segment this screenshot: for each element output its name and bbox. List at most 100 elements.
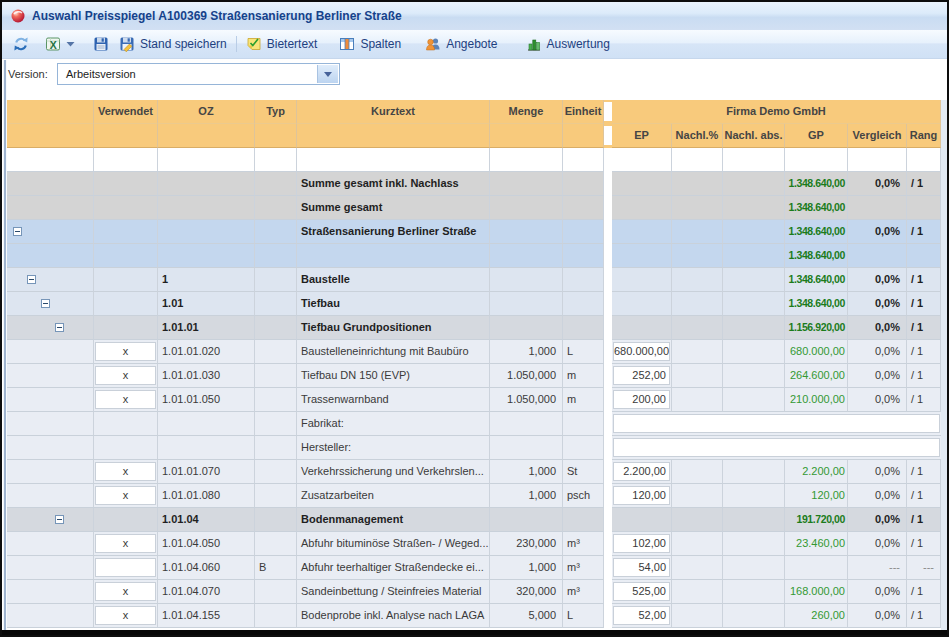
- save-version-button[interactable]: Stand speichern: [116, 34, 230, 54]
- ep-input[interactable]: 252,00: [613, 366, 670, 385]
- vergleich-value: 0,0%: [875, 609, 900, 621]
- cell-vergleich: 0,0%: [848, 388, 907, 412]
- table-row[interactable]: 1.348.640,00: [7, 244, 941, 268]
- ep-input[interactable]: 680.000,00: [613, 342, 670, 361]
- verwendet-checkbox[interactable]: x: [95, 366, 156, 385]
- table-row[interactable]: x1.01.04.155Bodenprobe inkl. Analyse nac…: [7, 604, 941, 628]
- ep-input[interactable]: 525,00: [613, 582, 670, 601]
- cell-gp: 2.200,00: [785, 460, 848, 484]
- table-row[interactable]: 1.01.04Bodenmanagement191.720,000,0%/ 1: [7, 508, 941, 532]
- column-header-gp[interactable]: GP: [785, 124, 848, 148]
- verwendet-checkbox[interactable]: x: [95, 606, 156, 625]
- verwendet-checkbox[interactable]: [95, 558, 156, 577]
- cell-ep: [612, 148, 672, 172]
- row-divider: [604, 556, 612, 580]
- ep-input[interactable]: 54,00: [613, 558, 670, 577]
- column-header[interactable]: [7, 100, 94, 124]
- spalten-label: Spalten: [360, 37, 401, 51]
- column-header-einheit[interactable]: Einheit: [563, 100, 604, 124]
- cell-nachl-prozent: [672, 340, 723, 364]
- gp-value: 2.200,00: [802, 465, 845, 477]
- ep-input[interactable]: 120,00: [613, 486, 670, 505]
- version-combobox[interactable]: Arbeitsversion: [57, 63, 340, 85]
- collapse-icon[interactable]: [41, 299, 50, 308]
- bietertext-button[interactable]: Bietertext: [243, 34, 321, 54]
- table-row[interactable]: x1.01.04.050Abfuhr bituminöse Straßen- /…: [7, 532, 941, 556]
- verwendet-checkbox[interactable]: x: [95, 342, 156, 361]
- verwendet-checkbox[interactable]: x: [95, 390, 156, 409]
- table-row[interactable]: Fabrikat:: [7, 412, 941, 436]
- cell-verwendet: [94, 412, 158, 436]
- column-header-nachlabs[interactable]: Nachl. abs.: [723, 124, 785, 148]
- ep-input[interactable]: 52,00: [613, 606, 670, 625]
- cell-nachl-abs: [723, 388, 785, 412]
- text-input[interactable]: [613, 438, 940, 457]
- collapse-icon[interactable]: [13, 227, 22, 236]
- ep-input[interactable]: 200,00: [613, 390, 670, 409]
- table-row[interactable]: x1.01.01.030Tiefbau DN 150 (EVP)1.050,00…: [7, 364, 941, 388]
- cell-kurztext: Hersteller:: [297, 436, 490, 460]
- cell-oz: [158, 172, 255, 196]
- refresh-button[interactable]: [10, 34, 32, 54]
- cell-oz: [158, 244, 255, 268]
- angebote-button[interactable]: Angebote: [422, 34, 500, 54]
- cell-gp: 1.348.640,00: [785, 172, 848, 196]
- verwendet-checkbox[interactable]: x: [95, 486, 156, 505]
- verwendet-checkbox[interactable]: x: [95, 534, 156, 553]
- column-header-menge[interactable]: Menge: [490, 100, 563, 124]
- save-button[interactable]: [90, 34, 112, 54]
- row-divider: [604, 532, 612, 556]
- cell-verwendet: x: [94, 580, 158, 604]
- table-row[interactable]: x1.01.01.080Zusatzarbeiten1,000psch120,0…: [7, 484, 941, 508]
- cell-einheit: [563, 268, 604, 292]
- excel-export-button[interactable]: X: [42, 34, 78, 54]
- rang-value: / 1: [911, 369, 923, 381]
- verwendet-checkbox[interactable]: x: [95, 582, 156, 601]
- column-header-typ[interactable]: Typ: [255, 100, 297, 124]
- auswertung-button[interactable]: Auswertung: [523, 34, 613, 54]
- cell-verwendet: [94, 292, 158, 316]
- cell-vergleich: 0,0%: [848, 364, 907, 388]
- column-header-supplier[interactable]: Firma Demo GmbH: [612, 100, 941, 124]
- cell-nachl-prozent: [672, 244, 723, 268]
- column-header-nachl[interactable]: Nachl.%: [672, 124, 723, 148]
- table-row[interactable]: 1Baustelle1.348.640,000,0%/ 1: [7, 268, 941, 292]
- column-header-rang[interactable]: Rang: [907, 124, 941, 148]
- ep-input[interactable]: 2.200,00: [613, 462, 670, 481]
- cell-gp: [785, 556, 848, 580]
- cell-bidder-text: [612, 436, 941, 460]
- cell-rang: / 1: [907, 460, 941, 484]
- version-dropdown-button[interactable]: [317, 65, 338, 83]
- cell-kurztext: Sandeinbettung / Steinfreies Material: [297, 580, 490, 604]
- column-header-oz[interactable]: OZ: [158, 100, 255, 124]
- cell-nachl-abs: [723, 196, 785, 220]
- table-row[interactable]: Straßensanierung Berliner Straße1.348.64…: [7, 220, 941, 244]
- vergleich-value: 0,0%: [875, 177, 900, 189]
- row-divider: [604, 484, 612, 508]
- ep-input[interactable]: 102,00: [613, 534, 670, 553]
- spalten-button[interactable]: Spalten: [336, 34, 404, 54]
- table-row[interactable]: x1.01.01.020Baustelleneinrichtung mit Ba…: [7, 340, 941, 364]
- table-row[interactable]: x1.01.01.050Trassenwarnband1.050,000m200…: [7, 388, 941, 412]
- table-row[interactable]: 1.01.01Tiefbau Grundpositionen1.156.920,…: [7, 316, 941, 340]
- collapse-icon[interactable]: [27, 275, 36, 284]
- column-header-kurztext[interactable]: Kurztext: [297, 100, 490, 124]
- text-input[interactable]: [613, 414, 940, 433]
- table-row[interactable]: 1.01Tiefbau1.348.640,000,0%/ 1: [7, 292, 941, 316]
- table-row[interactable]: Summe gesamt1.348.640,00: [7, 196, 941, 220]
- column-header-ep[interactable]: EP: [612, 124, 672, 148]
- column-header-verwendet[interactable]: Verwendet: [94, 100, 158, 124]
- table-row[interactable]: [7, 148, 941, 172]
- rang-value: / 1: [911, 273, 923, 285]
- collapse-icon[interactable]: [55, 323, 64, 332]
- collapse-icon[interactable]: [55, 515, 64, 524]
- table-row[interactable]: 1.01.04.060BAbfuhr teerhaltiger Straßend…: [7, 556, 941, 580]
- row-divider: [604, 148, 612, 172]
- table-row[interactable]: Hersteller:: [7, 436, 941, 460]
- cell-nachl-abs: [723, 580, 785, 604]
- table-row[interactable]: x1.01.04.070Sandeinbettung / Steinfreies…: [7, 580, 941, 604]
- column-header-vergleich[interactable]: Vergleich: [848, 124, 907, 148]
- table-row[interactable]: x1.01.01.070Verkehrssicherung und Verkeh…: [7, 460, 941, 484]
- table-row[interactable]: Summe gesamt inkl. Nachlass1.348.640,000…: [7, 172, 941, 196]
- verwendet-checkbox[interactable]: x: [95, 462, 156, 481]
